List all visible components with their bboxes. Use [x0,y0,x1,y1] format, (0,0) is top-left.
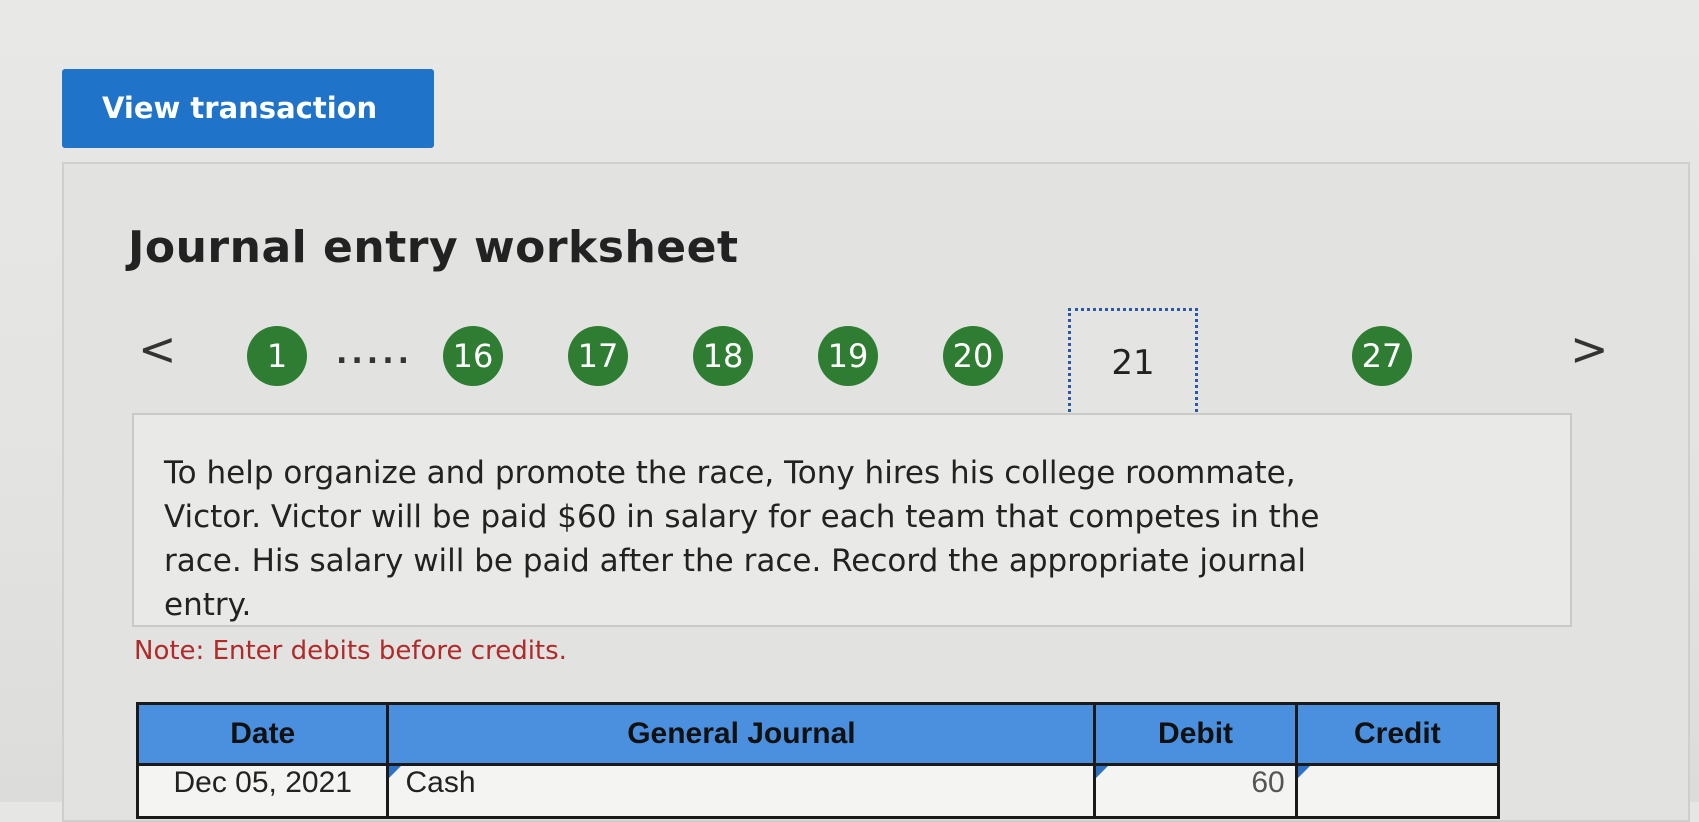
step-ellipsis: ..... [336,336,413,371]
next-step-arrow-icon[interactable]: > [1570,326,1609,372]
step-18-button[interactable]: 18 [693,326,753,386]
table-row: Dec 05, 2021 Cash 60 [135,764,1501,819]
credit-input-cell[interactable] [1294,764,1501,819]
entry-note: Note: Enter debits before credits. [134,636,567,666]
dropdown-indicator-icon [1297,766,1310,778]
credit-column-header: Credit [1294,702,1501,766]
account-select-cell[interactable]: Cash [386,764,1097,819]
table-header-row: Date General Journal Debit Credit [135,702,1501,766]
general-journal-column-header: General Journal [386,702,1097,766]
view-transaction-list-button[interactable]: View transaction list [62,69,434,204]
step-19-button[interactable]: 19 [818,326,878,386]
journal-entry-table: Date General Journal Debit Credit Dec 05… [135,702,1501,819]
transaction-prompt-box: To help organize and promote the race, T… [132,413,1572,627]
date-column-header: Date [135,702,390,766]
step-20-button[interactable]: 20 [943,326,1003,386]
account-value: Cash [405,766,476,799]
step-1-button[interactable]: 1 [247,326,307,386]
debit-input-cell[interactable]: 60 [1093,764,1298,819]
step-17-button[interactable]: 17 [568,326,628,386]
debit-column-header: Debit [1093,702,1298,766]
step-21-current[interactable]: 21 [1068,308,1198,418]
step-16-button[interactable]: 16 [443,326,503,386]
entry-date-cell: Dec 05, 2021 [135,764,390,819]
transaction-prompt-text: To help organize and promote the race, T… [164,455,1320,623]
dropdown-indicator-icon [389,766,402,778]
step-27-button[interactable]: 27 [1352,326,1412,386]
debit-value: 60 [1251,766,1285,799]
dropdown-indicator-icon [1096,766,1109,778]
worksheet-title: Journal entry worksheet [128,222,739,273]
prev-step-arrow-icon[interactable]: < [138,326,177,372]
